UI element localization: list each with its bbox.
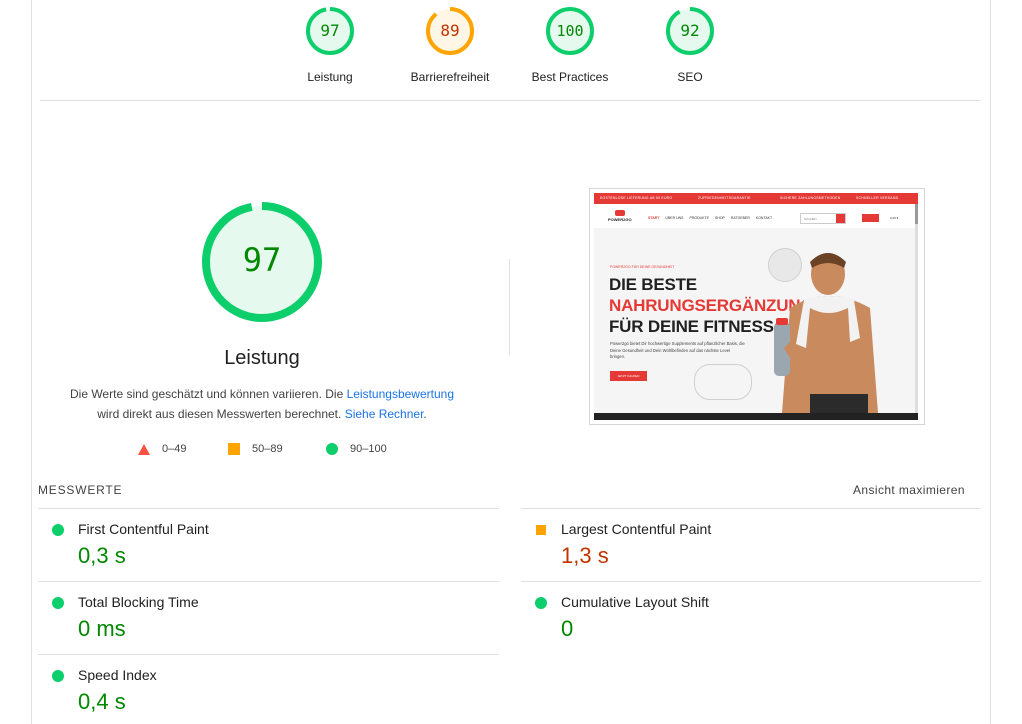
- metric-name: Cumulative Layout Shift: [561, 594, 709, 610]
- search-placeholder: SUCHEN: [804, 217, 817, 221]
- site-nav-links: START ÜBER UNS PRODUKTE SHOP RATGEBER KONTAKT: [648, 216, 778, 220]
- metric-name: First Contentful Paint: [78, 521, 209, 537]
- metric-divider: [521, 508, 981, 509]
- gauge-accessibility-ring: 89: [426, 7, 474, 55]
- metric-value: 0 ms: [78, 616, 126, 641]
- gauge-score: 89: [440, 21, 459, 40]
- triangle-icon: [138, 443, 150, 455]
- nav-link-active: START: [648, 216, 660, 220]
- header-divider: [40, 100, 981, 101]
- circle-icon: [535, 597, 547, 609]
- gauge-seo[interactable]: 92 SEO: [630, 6, 750, 84]
- gauge-score: 92: [680, 21, 699, 40]
- gauge-performance-ring: 97: [306, 7, 354, 55]
- nav-link: KONTAKT: [755, 216, 773, 220]
- legend-range: 50–89: [252, 443, 283, 455]
- metric-value: 0: [561, 616, 574, 641]
- performance-title: Leistung: [224, 347, 300, 369]
- final-screenshot[interactable]: KOSTENLOSE LIEFERUNG AB 50 EURO ZUFRIEDE…: [589, 188, 925, 425]
- calculator-link[interactable]: Siehe Rechner: [345, 407, 424, 421]
- gauge-label: SEO: [677, 70, 703, 84]
- topbar-text: KOSTENLOSE LIEFERUNG AB 50 EURO: [600, 196, 673, 200]
- gauge-accessibility[interactable]: 89 Barrierefreiheit: [390, 6, 510, 84]
- metric-value: 1,3 s: [561, 543, 609, 568]
- performance-score: 97: [243, 241, 282, 279]
- category-gauges: 97 Leistung 89 Barrierefreiheit 100 Best…: [0, 0, 1022, 100]
- metrics-header: MESSWERTE: [38, 483, 123, 497]
- gauge-best-practices-ring: 100: [546, 7, 594, 55]
- dumbbell-graphic: [694, 364, 752, 400]
- metric-divider: [38, 581, 499, 582]
- legend-average: 50–89: [228, 443, 283, 455]
- metric-divider: [521, 581, 981, 582]
- legend-pass: 90–100: [326, 443, 387, 455]
- cart-total: 0,00 €: [890, 216, 899, 220]
- metric-divider: [38, 654, 499, 655]
- performance-gauge: 97: [202, 202, 322, 322]
- gauge-score: 100: [556, 22, 583, 40]
- site-nav: POWER2GO START ÜBER UNS PRODUKTE SHOP RATGEB…: [594, 208, 918, 228]
- performance-description: Die Werte sind geschätzt und können vari…: [60, 384, 464, 424]
- nav-link: RATGEBER: [730, 216, 750, 220]
- topbar-text: ZUFRIEDENHEITSGARANTIE: [698, 196, 751, 200]
- site-hero: POWER2GO FÜR DEINE GESUNDHEIT DIE BESTE N…: [594, 228, 918, 413]
- gauge-label: Leistung: [307, 70, 353, 84]
- gauge-label: Best Practices: [531, 70, 609, 84]
- circle-icon: [52, 597, 64, 609]
- scoring-link[interactable]: Leistungsbewertung: [347, 387, 454, 401]
- logo-icon: [614, 210, 625, 216]
- description-text: wird direkt aus diesen Messwerten berech…: [97, 407, 345, 421]
- search-icon: [836, 214, 845, 223]
- site-search: SUCHEN: [800, 213, 846, 224]
- nav-link: ÜBER UNS: [665, 216, 684, 220]
- circle-icon: [52, 524, 64, 536]
- metric-name: Speed Index: [78, 667, 157, 683]
- site-topbar: KOSTENLOSE LIEFERUNG AB 50 EURO ZUFRIEDE…: [594, 193, 918, 204]
- gauge-performance[interactable]: 97 Leistung: [270, 6, 390, 84]
- legend-range: 0–49: [162, 443, 187, 455]
- expand-view-toggle[interactable]: Ansicht maximieren: [853, 483, 965, 497]
- circle-icon: [52, 670, 64, 682]
- hero-paragraph: Power2go bietet Dir hochwertige Suppleme…: [610, 341, 745, 359]
- nav-link: PRODUKTE: [689, 216, 709, 220]
- gauge-best-practices[interactable]: 100 Best Practices: [510, 6, 630, 84]
- gauge-label: Barrierefreiheit: [410, 70, 490, 84]
- topbar-text: SCHNELLER VERSAND: [856, 196, 899, 200]
- vertical-separator: [509, 259, 510, 355]
- site-bottombar: [594, 413, 918, 420]
- square-icon: [536, 525, 546, 535]
- nav-link: SHOP: [714, 216, 725, 220]
- headline-line: DIE BESTE: [609, 275, 697, 294]
- gauge-seo-ring: 92: [666, 7, 714, 55]
- shop-button: [862, 214, 879, 222]
- score-legend: 0–49 50–89 90–100: [0, 443, 520, 461]
- description-text: Die Werte sind geschätzt und können vari…: [69, 387, 347, 401]
- hero-eyebrow: POWER2GO FÜR DEINE GESUNDHEIT: [610, 265, 675, 269]
- screenshot-page: KOSTENLOSE LIEFERUNG AB 50 EURO ZUFRIEDE…: [594, 193, 918, 420]
- logo-text: POWER2GO: [608, 217, 632, 222]
- legend-range: 90–100: [350, 443, 387, 455]
- metric-name: Total Blocking Time: [78, 594, 199, 610]
- topbar-text: SICHERE ZAHLUNGSMETHODEN: [780, 196, 841, 200]
- screenshot-scrollbar: [915, 204, 918, 413]
- metric-divider: [38, 508, 499, 509]
- legend-fail: 0–49: [138, 443, 186, 455]
- description-text: .: [423, 407, 427, 421]
- metric-value: 0,3 s: [78, 543, 126, 568]
- site-logo: POWER2GO: [608, 210, 632, 222]
- circle-icon: [326, 443, 338, 455]
- athlete-image: [774, 253, 878, 413]
- square-icon: [228, 443, 240, 455]
- gauge-score: 97: [320, 21, 339, 40]
- hero-cta: JETZT KAUFEN: [610, 371, 647, 381]
- headline-line: FÜR DEINE FITNESS: [609, 317, 774, 336]
- metric-value: 0,4 s: [78, 689, 126, 714]
- metric-name: Largest Contentful Paint: [561, 521, 712, 537]
